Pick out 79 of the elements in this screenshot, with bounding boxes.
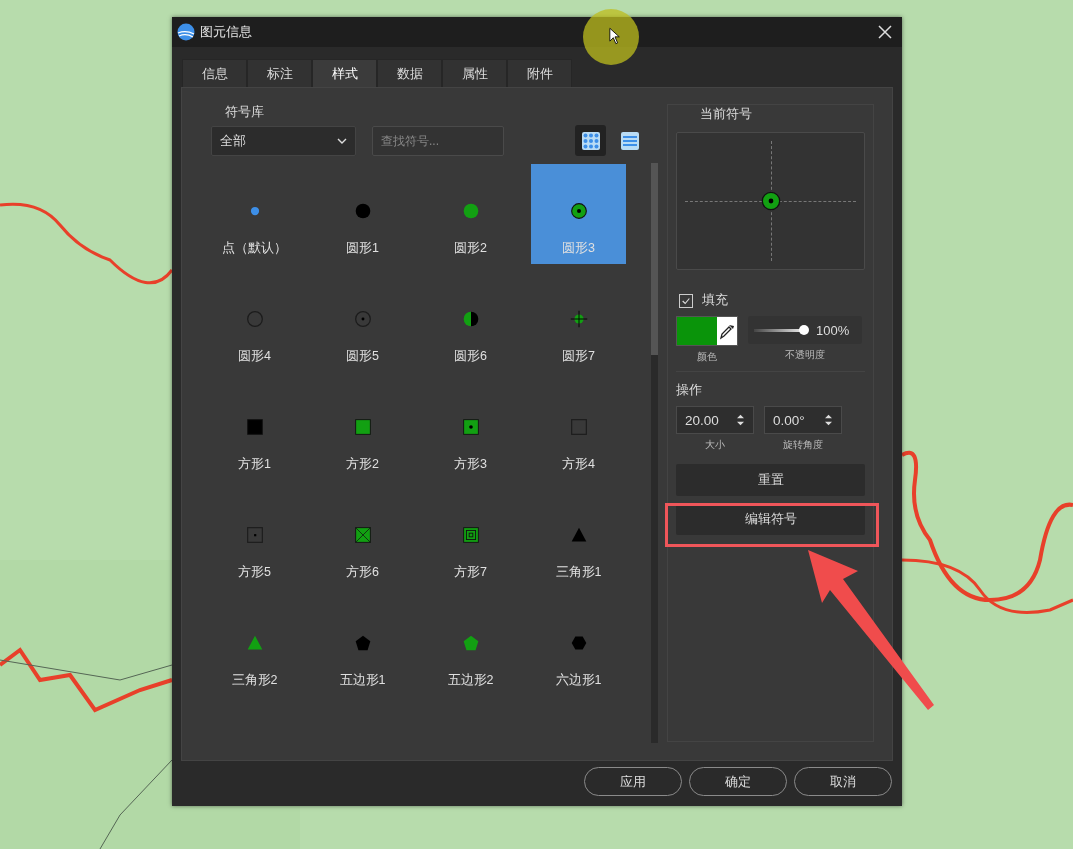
symbol-tile[interactable]: 六边形1 xyxy=(531,596,626,696)
spinner-arrows-icon xyxy=(736,413,745,427)
cursor-icon xyxy=(609,27,621,45)
symbol-label: 方形3 xyxy=(454,456,487,473)
symbol-label: 圆形5 xyxy=(346,348,379,365)
app-logo-icon xyxy=(176,22,196,42)
symbol-tile[interactable]: 圆形2 xyxy=(423,164,518,264)
spinner-arrows-icon xyxy=(824,413,833,427)
symbol-tile[interactable]: 方形1 xyxy=(207,380,302,480)
list-icon xyxy=(619,130,640,151)
symbol-label: 五边形1 xyxy=(339,672,386,689)
dialog-button[interactable]: 应用 xyxy=(584,767,682,796)
symbol-tile[interactable]: 五边形2 xyxy=(423,596,518,696)
symbol-tile[interactable]: 圆形5 xyxy=(315,272,410,372)
symbol-label: 方形6 xyxy=(346,564,379,581)
color-picker[interactable] xyxy=(676,316,738,346)
section-title: 符号库 xyxy=(225,104,265,121)
chevron-down-icon xyxy=(337,137,347,144)
symbol-label: 方形7 xyxy=(454,564,487,581)
symbol-label: 圆形7 xyxy=(562,348,595,365)
symbol-tile[interactable]: 圆形7 xyxy=(531,272,626,372)
symbol-label: 圆形4 xyxy=(238,348,271,365)
tab[interactable]: 属性 xyxy=(442,59,507,87)
checkbox-label: 填充 xyxy=(702,292,728,309)
field-caption: 旋转角度 xyxy=(783,438,823,452)
symbol-tile[interactable]: 方形3 xyxy=(423,380,518,480)
scrollbar-thumb[interactable] xyxy=(651,163,658,355)
category-dropdown[interactable]: 全部 xyxy=(211,125,356,156)
tab[interactable]: 信息 xyxy=(182,59,247,87)
number-spinner[interactable]: 20.00 xyxy=(676,406,754,434)
symbol-tile[interactable]: 圆形6 xyxy=(423,272,518,372)
field-caption: 大小 xyxy=(705,438,725,452)
dialog-button[interactable]: 确定 xyxy=(689,767,787,796)
symbol-tile[interactable]: 五边形1 xyxy=(315,596,410,696)
eyedropper-icon xyxy=(717,317,737,345)
fill-checkbox[interactable] xyxy=(679,293,693,308)
symbol-label: 点（默认） xyxy=(222,240,287,257)
symbol-label: 方形2 xyxy=(346,456,379,473)
opacity-value: 100% xyxy=(816,322,850,338)
section-title: 操作 xyxy=(676,382,703,399)
symbol-tile[interactable]: 圆形4 xyxy=(207,272,302,372)
close-icon xyxy=(878,25,892,39)
symbol-tile[interactable]: 点（默认） xyxy=(207,164,302,264)
symbol-label: 方形4 xyxy=(562,456,595,473)
symbol-label: 六边形1 xyxy=(555,672,602,689)
symbol-tile[interactable]: 方形5 xyxy=(207,488,302,588)
tab[interactable]: 附件 xyxy=(507,59,572,87)
opacity-slider[interactable]: 100% xyxy=(748,316,862,344)
symbol-tile[interactable]: 方形7 xyxy=(423,488,518,588)
field-caption: 颜色 xyxy=(697,350,717,364)
symbol-label: 方形5 xyxy=(238,564,271,581)
symbol-tile[interactable]: 圆形1 xyxy=(315,164,410,264)
grid-icon xyxy=(580,130,601,151)
symbol-label: 圆形1 xyxy=(346,240,379,257)
symbol-label: 五边形2 xyxy=(447,672,494,689)
symbol-label: 圆形6 xyxy=(454,348,487,365)
number-spinner[interactable]: 0.00° xyxy=(764,406,842,434)
symbol-label: 圆形2 xyxy=(454,240,487,257)
action-button[interactable]: 重置 xyxy=(676,464,865,496)
window-title: 图元信息 xyxy=(200,23,252,41)
checkmark-icon xyxy=(681,295,691,306)
tab[interactable]: 标注 xyxy=(247,59,312,87)
scrollbar[interactable] xyxy=(651,163,658,743)
dialog-button[interactable]: 取消 xyxy=(794,767,892,796)
symbol-tile[interactable]: 三角形2 xyxy=(207,596,302,696)
symbol-label: 三角形1 xyxy=(555,564,602,581)
symbol-label: 圆形3 xyxy=(562,240,595,257)
field-caption: 不透明度 xyxy=(785,348,825,362)
symbol-tile[interactable]: 方形6 xyxy=(315,488,410,588)
symbol-label: 三角形2 xyxy=(231,672,278,689)
symbol-label: 方形1 xyxy=(238,456,271,473)
symbol-tile[interactable]: 方形2 xyxy=(315,380,410,480)
tab[interactable]: 数据 xyxy=(377,59,442,87)
symbol-tile[interactable]: 方形4 xyxy=(531,380,626,480)
symbol-tile[interactable]: 三角形1 xyxy=(531,488,626,588)
grid-view-button[interactable] xyxy=(575,125,606,156)
search-field[interactable]: 查找符号... xyxy=(372,125,504,156)
tab[interactable]: 样式 xyxy=(312,59,377,87)
section-title: 当前符号 xyxy=(700,106,753,123)
